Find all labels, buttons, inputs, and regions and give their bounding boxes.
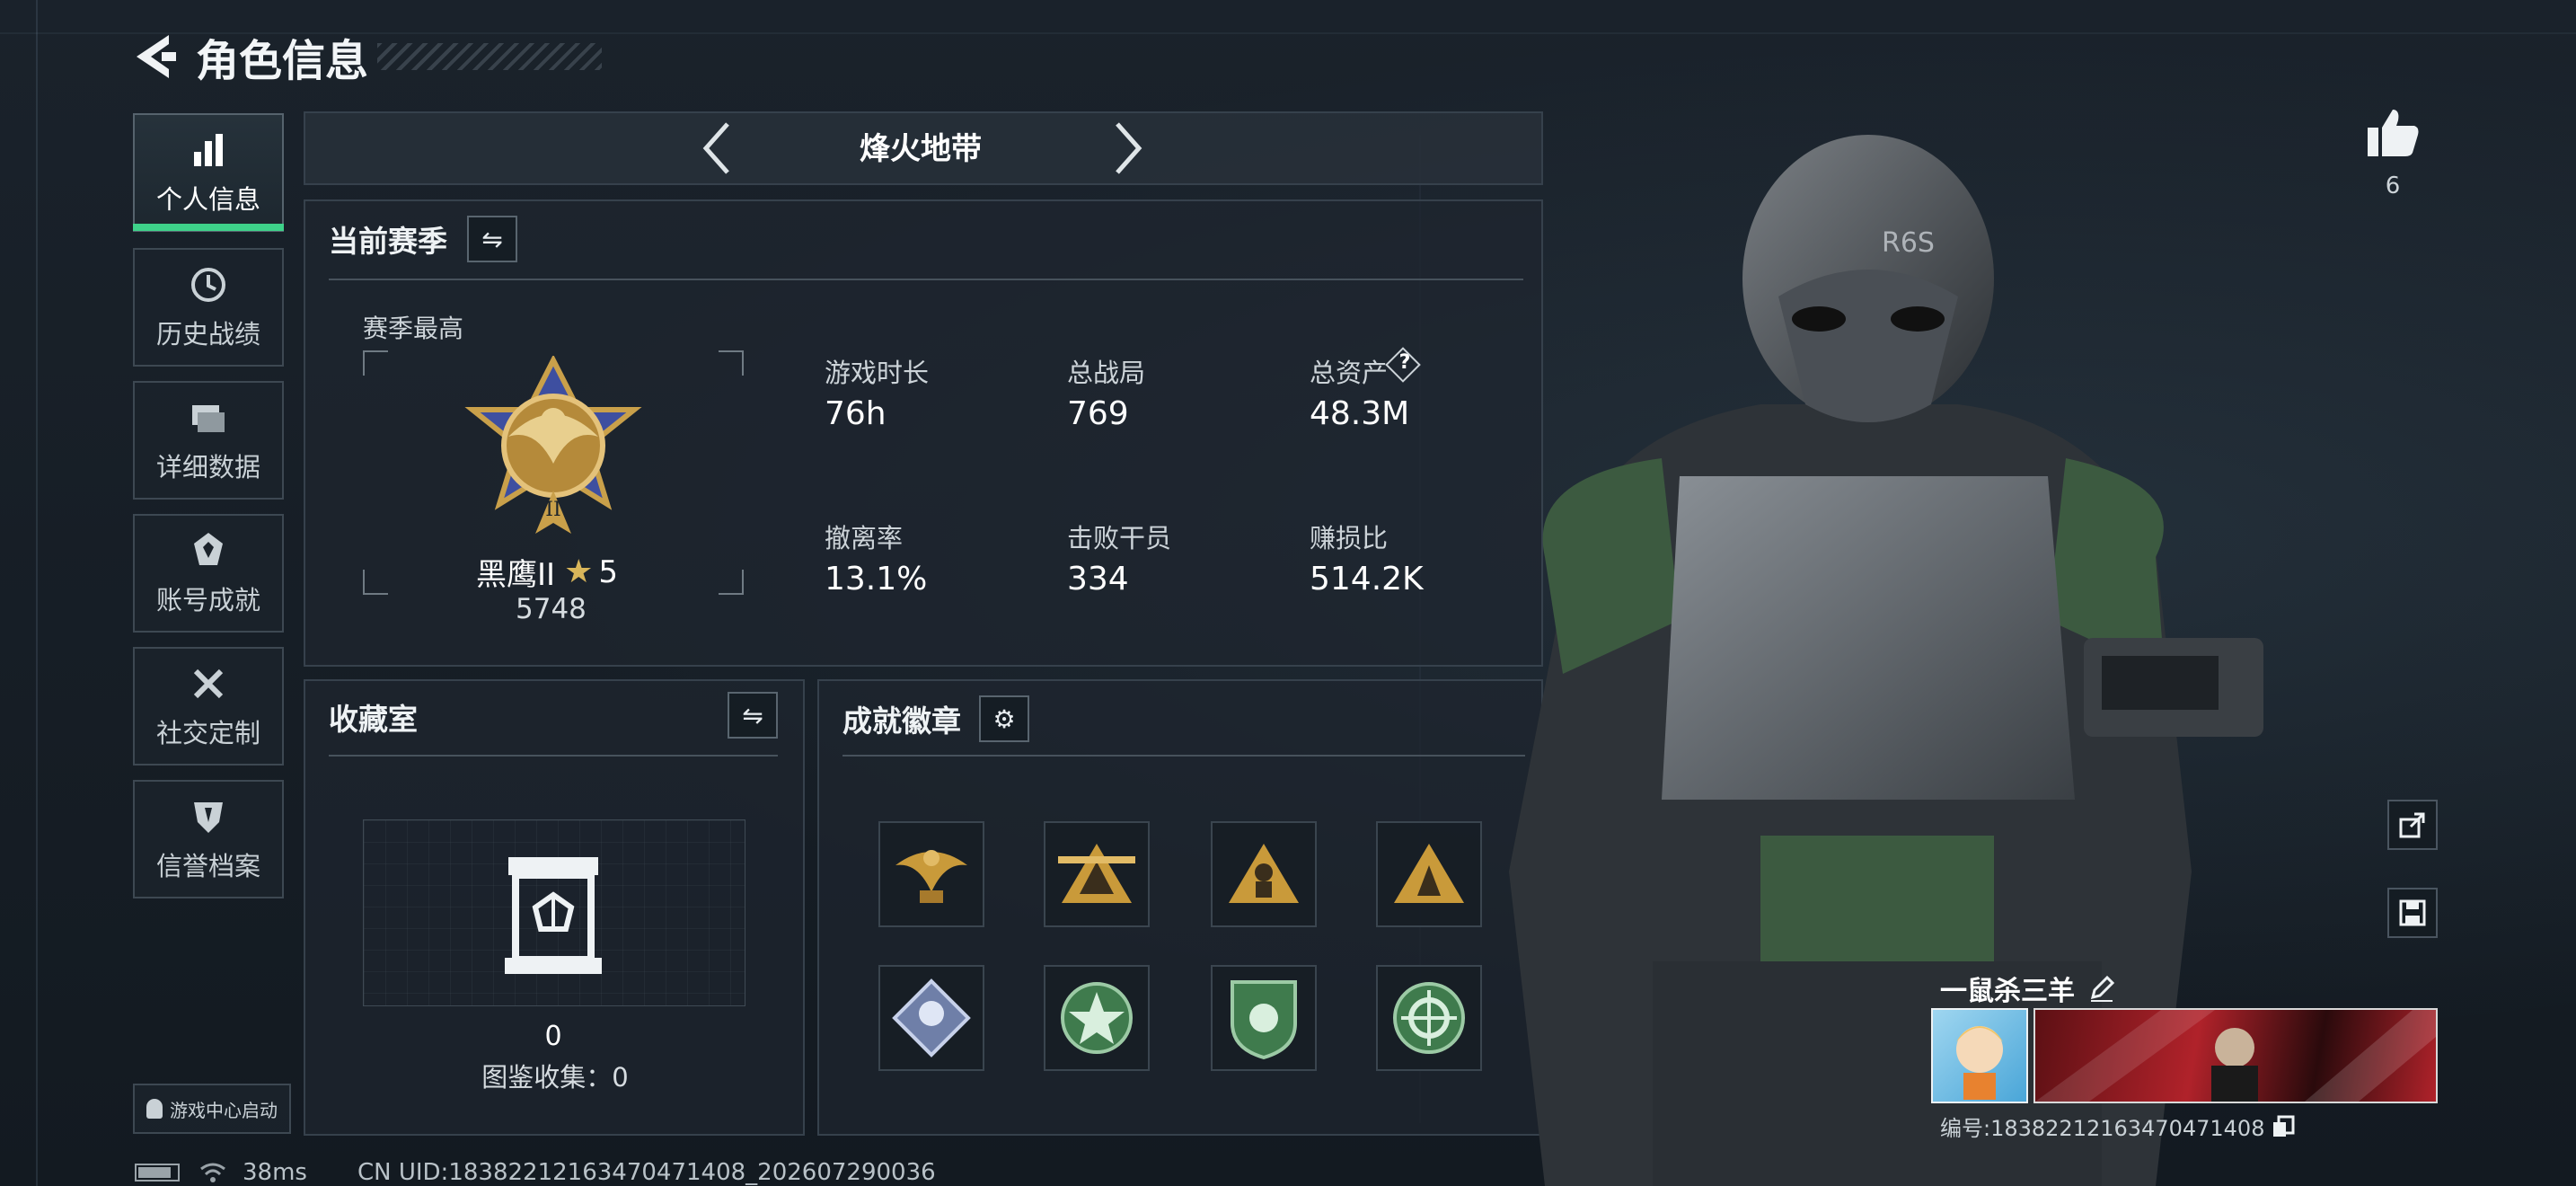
collection-switch-button[interactable]: ⇋ [728,692,778,739]
sidebar-item-history[interactable]: 历史战绩 [133,248,284,367]
stat-label-assets: 总资产 [1310,358,1389,388]
stat-value-playtime: 76h [825,395,887,432]
rank-name: 黑鹰II [476,557,556,593]
swap-icon: ⇋ [742,700,763,730]
header: 角色信息 [131,25,603,88]
sidebar-item-label: 个人信息 [155,184,260,215]
season-header: 当前赛季 ⇋ [329,216,517,262]
sidebar-item-social[interactable]: 社交定制 [133,647,284,766]
eagle-badge-icon [895,850,967,903]
decor-line [36,0,38,1186]
avatar[interactable] [1931,1008,2028,1103]
uid-text: CN UID:18382212163470471408_202607290036 [357,1159,936,1186]
status-bar: 38ms CN UID:18382212163470471408_2026072… [135,1159,936,1186]
stat-label-extract-rate: 撤离率 [825,523,904,553]
stat-value-matches: 769 [1067,395,1129,432]
battery-icon [135,1164,180,1182]
collection-title: 收藏室 [329,702,418,737]
tools-icon [193,668,224,699]
achievement-badge[interactable] [878,965,984,1071]
player-name-row: 一鼠杀三羊 [1940,969,2116,1008]
ping-value: 38ms [243,1159,307,1186]
sidebar-item-credit[interactable]: 信誉档案 [133,780,284,898]
sidebar-item-label: 历史战绩 [155,319,260,350]
rank-points: 5748 [516,593,587,625]
divider [329,279,1523,280]
banner-artwork [2035,1010,2436,1102]
sidebar-item-label: 社交定制 [155,718,260,748]
wifi-icon [200,1163,225,1182]
divider [329,755,778,757]
display-case-icon [505,857,602,974]
collection-count: 0 [544,1021,562,1052]
collection-caption: 图鉴收集：0 [481,1062,629,1093]
rank-emblem-icon: II [464,356,642,534]
thumbs-up-icon[interactable] [2366,106,2420,158]
achievements-title: 成就徽章 [842,704,961,739]
collection-header: 收藏室 [329,695,418,739]
season-best-label: 赛季最高 [363,314,464,343]
save-icon [2399,899,2426,926]
ghost-icon [146,1099,163,1119]
shield-icon [194,802,223,833]
swap-icon: ⇋ [481,224,503,254]
stat-label-matches: 总战局 [1067,358,1146,388]
sidebar-active-indicator [133,224,284,231]
achievement-badge[interactable] [1211,965,1317,1071]
title-decoration [377,43,603,70]
launcher-label: 游戏中心启动 [170,1099,278,1121]
share-button[interactable] [2387,800,2438,850]
back-arrow-icon[interactable] [131,30,180,84]
achievement-badge[interactable] [1044,965,1150,1071]
sidebar-item-label: 账号成就 [155,585,260,615]
share-icon [2399,812,2425,838]
sidebar-item-details[interactable]: 详细数据 [133,381,284,500]
folder-icon [192,405,225,432]
history-icon [191,268,225,302]
achievements-settings-button[interactable]: ⚙ [979,695,1029,742]
copy-icon[interactable] [2272,1115,2295,1138]
edit-pencil-icon[interactable] [2087,974,2116,1003]
sidebar-item-label: 详细数据 [155,452,260,482]
player-id: 编号:1838221216347047140​8 [1940,1116,2265,1141]
season-title: 当前赛季 [329,224,447,259]
save-button[interactable] [2387,888,2438,938]
rank-name-row: 黑鹰II ★ 5 [476,550,618,594]
stat-label-kills: 击败干员 [1067,523,1172,553]
svg-text:II: II [545,499,560,521]
achievements-header: 成就徽章 ⚙ [842,695,1029,742]
season-switch-button[interactable]: ⇋ [467,216,517,262]
sidebar-item-personal-info[interactable]: 个人信息 [133,113,284,232]
sidebar-item-label: 信誉档案 [155,851,260,881]
rank-stars: 5 [598,553,618,590]
player-banner[interactable] [2033,1008,2438,1103]
next-mode-chevron-icon[interactable] [1112,120,1144,176]
svg-text:R6S: R6S [1882,227,1935,259]
star-wreath-badge-icon [1061,982,1133,1054]
achievement-badge[interactable] [878,821,984,927]
stat-value-extract-rate: 13.1% [825,561,928,597]
diamond-emblem-badge-icon [892,978,971,1058]
player-id-row: 编号:1838221216347047140​8 [1940,1111,2295,1142]
winged-triangle-badge-icon [1058,844,1135,903]
soldier-triangle-badge-icon [1229,844,1299,903]
mode-title: 烽火地带 [860,131,982,167]
gear-icon: ⚙ [992,704,1016,734]
player-name: 一鼠杀三羊 [1940,976,2075,1007]
shield-crest-badge-icon [1231,980,1297,1060]
bar-chart-icon [194,134,223,166]
achievement-badge[interactable] [1044,821,1150,927]
stat-label-playtime: 游戏时长 [825,358,930,388]
game-center-launch-button[interactable]: 游戏中心启动 [133,1084,291,1134]
star-icon: ★ [564,553,594,590]
stat-value-kills: 334 [1067,561,1129,597]
stat-label-profit-ratio: 赚损比 [1310,523,1389,553]
likes-count: 6 [2385,173,2401,199]
prev-mode-chevron-icon[interactable] [701,120,733,176]
achievement-badge[interactable] [1211,821,1317,927]
avatar-cartoon-icon [1956,1026,2003,1100]
achievement-icon [194,533,223,565]
sidebar-item-achievements[interactable]: 账号成就 [133,514,284,633]
page-title: 角色信息 [196,36,369,86]
